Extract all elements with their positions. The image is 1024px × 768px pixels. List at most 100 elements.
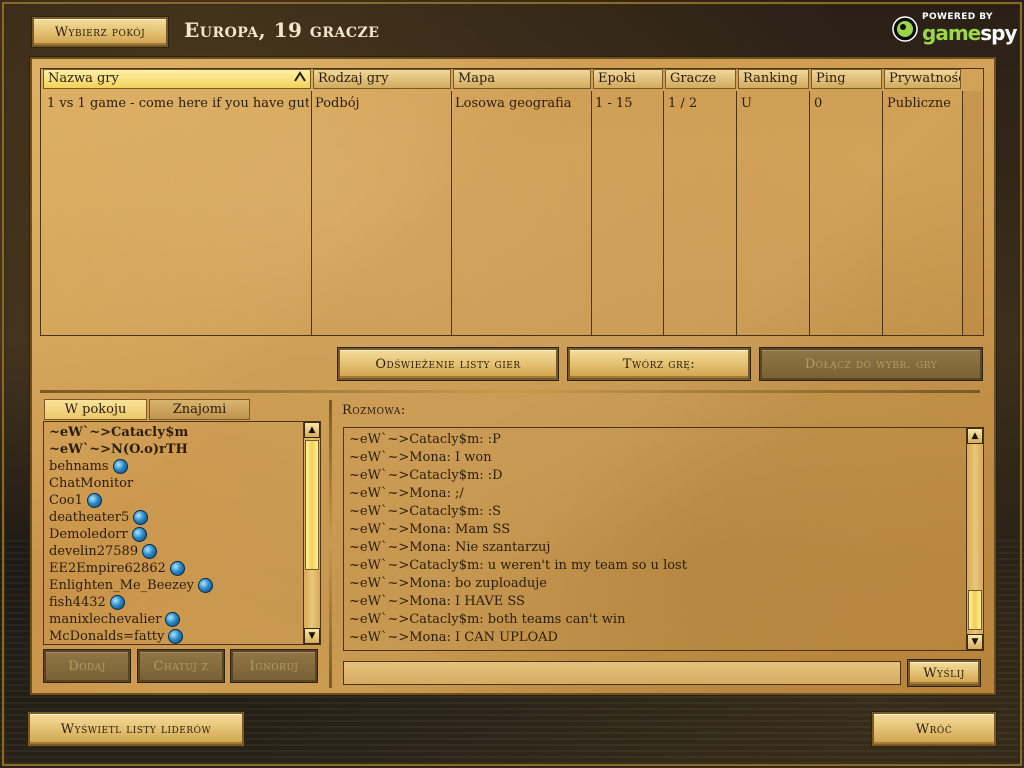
globe-icon [112,459,128,474]
column-header-ping[interactable]: Ping [811,69,882,89]
player-name: Enlighten_Me_Beezey [49,578,194,593]
cell-map: Losowa geografia [455,96,572,111]
list-item[interactable]: deatheater5 [49,509,149,526]
chat-message: ~eW`~>Catacly$m: :P [349,432,501,447]
cell-game-type: Podbój [315,96,360,111]
column-header-game-name[interactable]: Nazwa gry [43,69,311,89]
column-header-map[interactable]: Mapa [453,69,591,89]
scrollbar-thumb[interactable] [305,440,319,570]
column-header-ranking[interactable]: Ranking [738,69,809,89]
list-item[interactable]: manixlechevalier [49,611,181,628]
list-item[interactable]: Enlighten_Me_Beezey [49,577,213,594]
scroll-down-icon[interactable]: ▼ [967,634,983,650]
gamespy-icon [892,16,918,42]
leaderboards-button[interactable]: Wyświetl listy liderów [27,711,245,747]
chat-message: ~eW`~>Mona: I CAN UPLOAD [349,630,558,645]
player-name: manixlechevalier [49,612,162,627]
list-item[interactable]: behnams [49,458,128,475]
send-button[interactable]: Wyślij [907,659,981,687]
ignore-button[interactable]: Ignoruj [230,649,318,683]
list-item[interactable]: ChatMonitor [49,475,133,492]
back-button[interactable]: Wróć [871,711,997,747]
create-game-button[interactable]: Twórz grę: [567,347,751,381]
join-game-button[interactable]: Dołącz do wybr. gry [759,347,983,381]
list-item[interactable]: McDonalds=fatty [49,628,184,644]
vertical-divider [329,400,332,688]
players-list[interactable]: ▲ ▼ ~eW`~>Cataclу$m ~eW`~>N(O.o)rTH behnam… [43,421,321,645]
chat-message: ~eW`~>Mona: I won [349,450,492,465]
globe-icon [86,493,102,508]
column-separator [882,91,883,335]
list-item[interactable]: develin27589 [49,543,158,560]
games-table[interactable]: Nazwa gry Rodzaj gry Mapa Epoki Gracze R… [40,68,984,336]
player-name: develin27589 [49,544,139,559]
chat-with-button[interactable]: Chatuj z [137,649,225,683]
cell-ranking: U [741,96,752,111]
player-name: ~eW`~>Cataclу$m [49,425,189,440]
list-item[interactable]: fish4432 [49,594,125,611]
cell-privacy: Publiczne [887,96,951,111]
chat-message: ~eW`~>Mona: bo zuploaduje [349,576,547,591]
scroll-up-icon[interactable]: ▲ [304,422,320,438]
player-name: behnams [49,459,109,474]
refresh-games-button[interactable]: Odświeżenie listy gier [337,347,559,381]
chat-message: ~eW`~>Mona: I HAVE SS [349,594,525,609]
player-name: ChatMonitor [49,476,134,491]
globe-icon [169,561,185,576]
globe-icon [165,612,181,627]
column-header-game-type[interactable]: Rodzaj gry [313,69,451,89]
sort-ascending-icon [294,71,306,86]
player-name: EE2Empire62862 [49,561,166,576]
list-item[interactable]: EE2Empire62862 [49,560,185,577]
player-name: ~eW`~>N(O.o)rTH [49,442,188,457]
list-item[interactable]: Coo1 [49,492,102,509]
list-item[interactable]: Demoledorr [49,526,147,543]
globe-icon [133,510,149,525]
add-friend-button[interactable]: Dodaj [43,649,131,683]
chat-message: ~eW`~>Catacly$m: u weren't in my team so… [349,558,687,573]
column-separator [451,91,452,335]
list-item[interactable]: ~eW`~>N(O.o)rTH [49,441,188,458]
games-table-scrollbar[interactable] [962,91,983,335]
chat-message: ~eW`~>Mona: Nie szantarzuj [349,540,551,555]
player-name: fish4432 [49,595,106,610]
cell-epochs: 1 - 15 [595,96,633,111]
player-name: deatheater5 [49,510,130,525]
cell-game-name: 1 vs 1 game - come here if you have guts [47,96,309,111]
page-title: Europa, 19 gracze [184,18,380,42]
chat-label: Rozmowa: [342,403,406,418]
column-header-players[interactable]: Gracze [665,69,736,89]
chat-message: ~eW`~>Catacly$m: :S [349,504,502,519]
column-separator [663,91,664,335]
choose-room-button[interactable]: Wybierz pokój [31,16,169,48]
scrollbar-thumb[interactable] [968,590,982,630]
column-header-epochs[interactable]: Epoki [593,69,663,89]
scroll-up-icon[interactable]: ▲ [967,428,983,444]
chat-message: ~eW`~>Mona: ;/ [349,486,464,501]
chat-message-input[interactable] [343,661,901,685]
gamespy-logo: POWERED BY gamespy [892,12,1017,45]
globe-icon [168,629,184,644]
tab-friends[interactable]: Znajomi [149,399,250,420]
scroll-down-icon[interactable]: ▼ [304,628,320,644]
player-name: Demoledorr [49,527,128,542]
players-list-scrollbar[interactable]: ▲ ▼ [303,422,320,644]
column-separator [736,91,737,335]
globe-icon [198,578,213,593]
chat-message: ~eW`~>Mona: Mam SS [349,522,511,537]
globe-icon [142,544,158,559]
cell-ping: 0 [814,96,823,111]
gamespy-wordmark: gamespy [922,21,1017,45]
column-header-privacy[interactable]: Prywatność [884,69,961,89]
list-item[interactable]: ~eW`~>Cataclу$m [49,424,188,441]
cell-players: 1 / 2 [668,96,698,111]
chat-log[interactable]: ▲ ▼ ~eW`~>Catacly$m: :P ~eW`~>Mona: I won… [343,427,984,651]
tab-in-room[interactable]: W pokoju [44,399,147,420]
player-name: Coo1 [49,493,83,508]
chat-message: ~eW`~>Catacly$m: both teams can't win [349,612,626,627]
column-separator [311,91,312,335]
games-table-header: Nazwa gry Rodzaj gry Mapa Epoki Gracze R… [41,69,983,91]
chat-scrollbar[interactable]: ▲ ▼ [966,428,983,650]
player-name: McDonalds=fatty [49,629,165,644]
chat-message: ~eW`~>Catacly$m: :D [349,468,503,483]
